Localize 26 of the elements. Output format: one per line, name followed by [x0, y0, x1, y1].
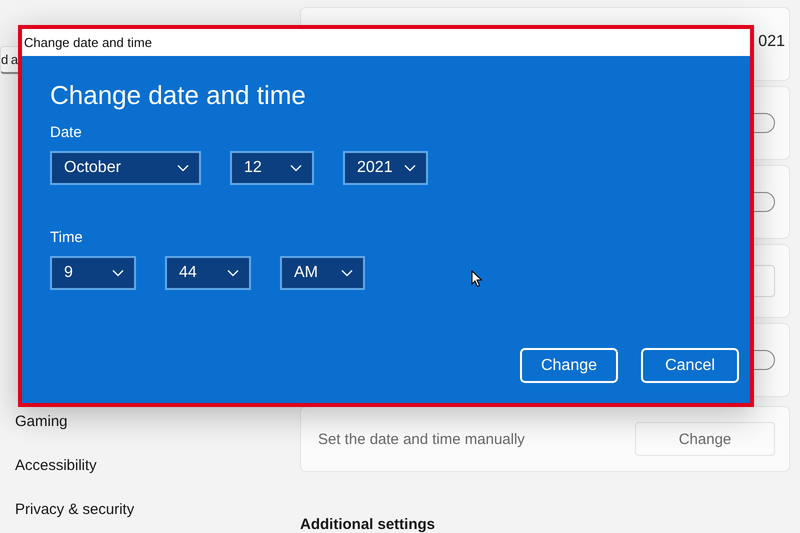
cancel-button[interactable]: Cancel: [641, 348, 739, 383]
sidebar-item[interactable]: Accessibility: [15, 455, 300, 476]
field-label: Date: [50, 124, 83, 142]
change-button[interactable]: Change: [520, 348, 618, 383]
sidebar-item[interactable]: Privacy & security: [15, 499, 300, 520]
dropdown[interactable]: 44: [165, 256, 251, 290]
dropdown[interactable]: October: [50, 151, 201, 185]
chevron-down-icon: [341, 269, 353, 277]
section-heading: Additional settings: [300, 516, 436, 533]
dropdown[interactable]: 9: [50, 256, 136, 290]
dialog-heading: Change date and time: [50, 79, 307, 111]
cursor-icon: [471, 270, 483, 288]
dropdown[interactable]: 12: [230, 151, 314, 185]
dropdown[interactable]: 2021: [343, 151, 428, 185]
date-value: 021: [758, 33, 785, 51]
dropdown[interactable]: AM: [280, 256, 365, 290]
chevron-down-icon: [112, 269, 124, 277]
chevron-down-icon: [290, 164, 302, 172]
setting-label: Set the date and time manually: [318, 430, 525, 448]
chevron-down-icon: [404, 164, 416, 172]
chevron-down-icon: [177, 164, 189, 172]
field-label: Time: [50, 229, 84, 247]
change-button[interactable]: Change: [635, 422, 775, 456]
window-title: Change date and time: [24, 35, 152, 50]
sidebar-item[interactable]: Gaming: [15, 411, 300, 432]
chevron-down-icon: [227, 269, 239, 277]
